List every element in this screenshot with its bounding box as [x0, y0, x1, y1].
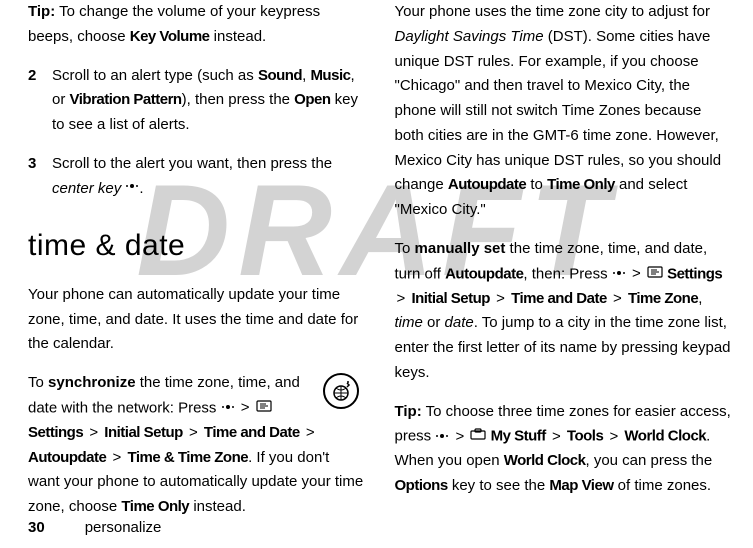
- t: >: [632, 265, 645, 282]
- step-3: 3 Scroll to the alert you want, then pre…: [28, 152, 365, 202]
- para-synchronize: To synchronize the time zone, time, and …: [28, 371, 365, 520]
- tip-bold: Key Volume: [130, 28, 210, 45]
- t: >: [89, 424, 102, 441]
- t: To: [395, 240, 415, 257]
- t: or: [423, 314, 445, 331]
- center-key-icon: [435, 426, 449, 447]
- t: center key: [52, 180, 121, 197]
- t: synchronize: [48, 374, 136, 391]
- heading-time-date: time & date: [28, 221, 365, 271]
- t: Time Only: [547, 176, 615, 193]
- step3-number: 3: [28, 152, 42, 202]
- t: , you can press the: [585, 452, 712, 469]
- t: Tip:: [395, 403, 422, 420]
- t: >: [302, 424, 315, 441]
- left-column: Tip: To change the volume of your keypre…: [28, 0, 365, 534]
- step2-number: 2: [28, 64, 42, 138]
- step3-text: Scroll to the alert you want, then press…: [52, 152, 365, 202]
- tip-keyvolume: Tip: To change the volume of your keypre…: [28, 0, 365, 50]
- t: of time zones.: [614, 477, 712, 494]
- tip-after: instead.: [210, 28, 267, 45]
- t: Initial Setup: [104, 424, 183, 441]
- t: Scroll to the alert you want, then press…: [52, 155, 332, 172]
- settings-icon: [647, 262, 663, 287]
- sync-globe-icon: [323, 373, 359, 409]
- t: World Clock: [504, 452, 586, 469]
- t: Tools: [567, 428, 603, 445]
- t: (DST). Some cities have unique DST rules…: [395, 28, 722, 194]
- t: Scroll to an alert type (such as: [52, 67, 258, 84]
- t: >: [241, 399, 254, 416]
- t: Autoupdate: [448, 176, 526, 193]
- t: To: [28, 374, 48, 391]
- settings-icon: [256, 396, 272, 421]
- t: key to see the: [448, 477, 550, 494]
- t: date: [445, 314, 474, 331]
- para-manual-set: To manually set the time zone, time, and…: [395, 237, 732, 386]
- t: Daylight Savings Time: [395, 28, 544, 45]
- t: Map View: [549, 477, 613, 494]
- center-key-icon: [612, 263, 626, 284]
- t: >: [492, 290, 509, 307]
- t: >: [397, 290, 410, 307]
- t: >: [609, 290, 626, 307]
- t: Time Only: [121, 498, 189, 515]
- t: Your phone uses the time zone city to ad…: [395, 3, 710, 20]
- center-key-icon: [125, 178, 139, 199]
- t: >: [605, 428, 622, 445]
- step-2: 2 Scroll to an alert type (such as Sound…: [28, 64, 365, 138]
- step2-text: Scroll to an alert type (such as Sound, …: [52, 64, 365, 138]
- t: , then: Press: [523, 265, 611, 282]
- center-key-icon: [221, 397, 235, 418]
- t: Settings: [28, 424, 83, 441]
- tip-world-clock: Tip: To choose three time zones for easi…: [395, 400, 732, 499]
- para-dst: Your phone uses the time zone city to ad…: [395, 0, 732, 223]
- t: >: [552, 428, 565, 445]
- t: >: [108, 449, 125, 466]
- t: Options: [395, 477, 448, 494]
- t: manually set: [415, 240, 506, 257]
- t: Time and Date: [511, 290, 607, 307]
- t: >: [456, 428, 469, 445]
- t: Sound: [258, 67, 302, 84]
- t: Time and Date: [204, 424, 300, 441]
- t: instead.: [189, 498, 246, 515]
- right-column: Your phone uses the time zone city to ad…: [395, 0, 732, 534]
- t: Autoupdate: [28, 449, 106, 466]
- t: Time & Time Zone: [127, 449, 248, 466]
- t: >: [185, 424, 202, 441]
- t: Time Zone: [628, 290, 698, 307]
- t: World Clock: [624, 428, 706, 445]
- t: time: [395, 314, 423, 331]
- t: Initial Setup: [411, 290, 490, 307]
- t: Open: [294, 91, 330, 108]
- tip-label: Tip:: [28, 3, 55, 20]
- t: Music: [310, 67, 350, 84]
- t: Settings: [667, 265, 722, 282]
- t: Autoupdate: [445, 265, 523, 282]
- t: to: [526, 176, 547, 193]
- para-auto-update: Your phone can automatically update your…: [28, 283, 365, 357]
- t: ), then press the: [182, 91, 295, 108]
- t: My Stuff: [491, 428, 546, 445]
- page-content: Tip: To change the volume of your keypre…: [0, 0, 753, 534]
- t: Vibration Pattern: [70, 91, 182, 108]
- mystuff-icon: [470, 424, 486, 449]
- t: ,: [698, 290, 702, 307]
- t: .: [139, 180, 143, 197]
